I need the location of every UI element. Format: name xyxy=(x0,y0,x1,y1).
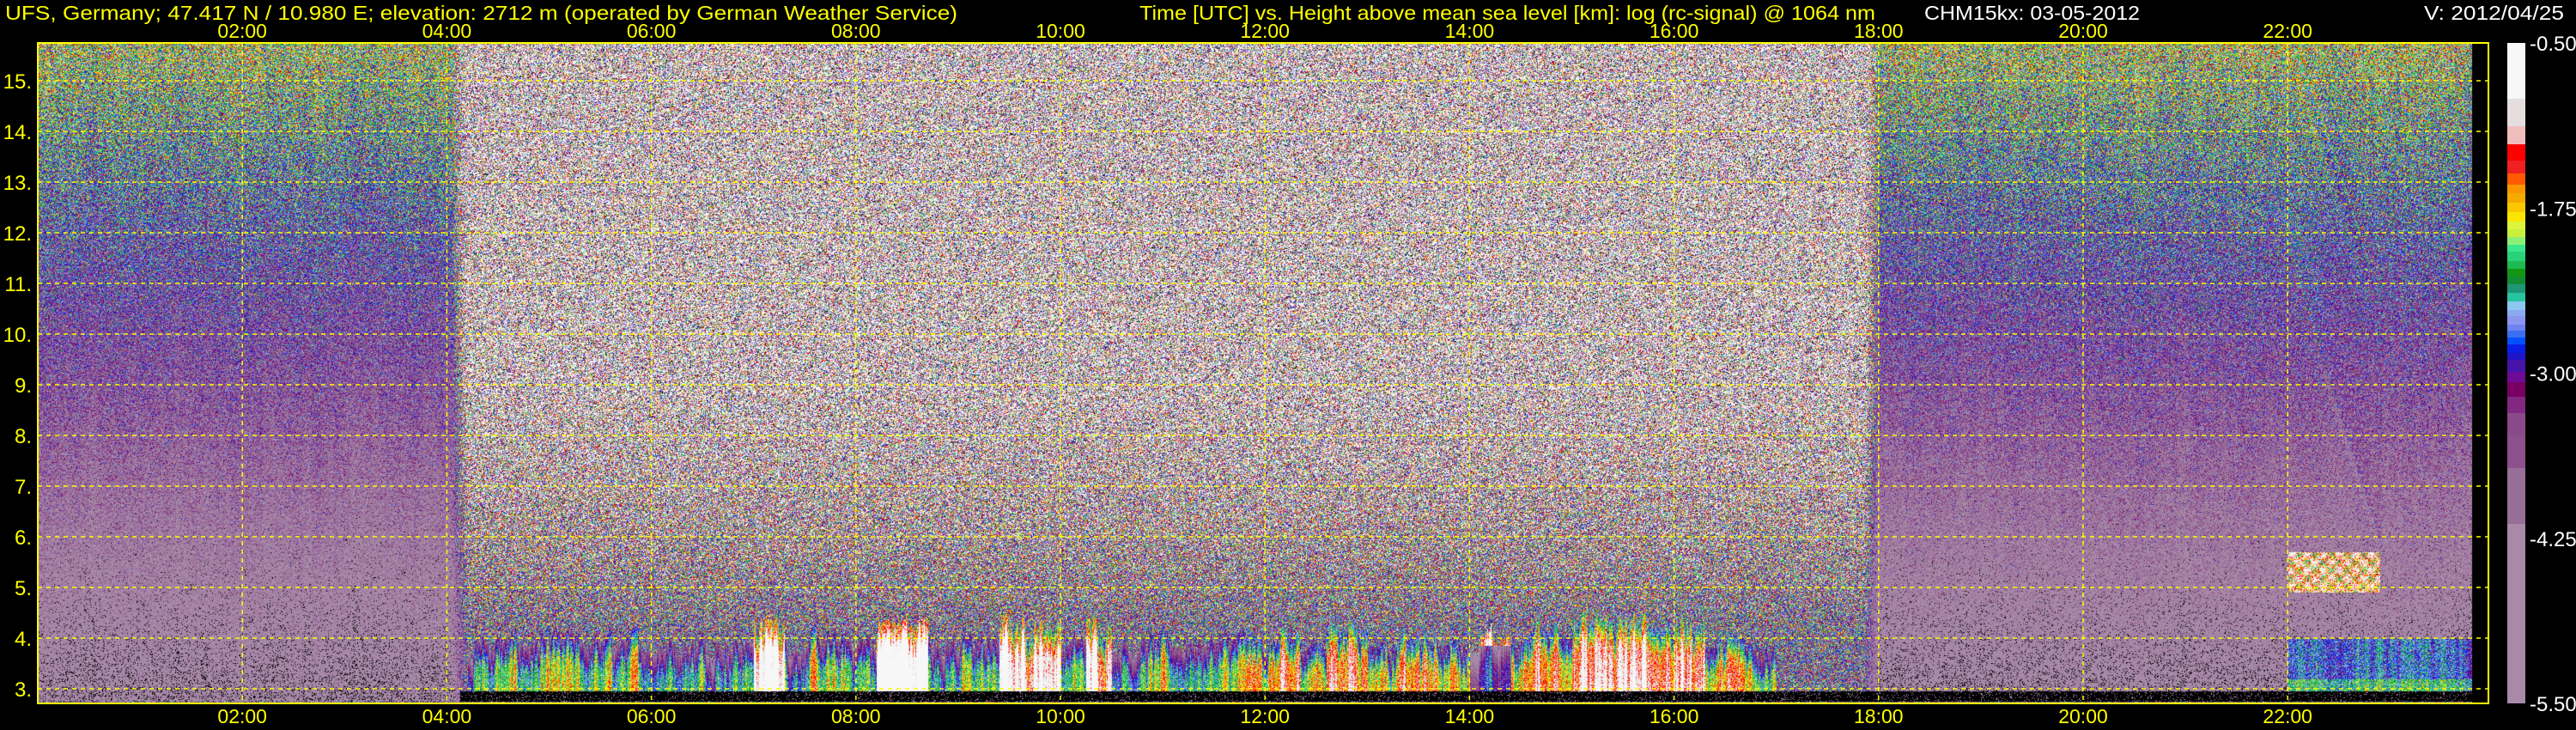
grid-lines xyxy=(38,43,2488,703)
colorbar-tick-label: -4.25 xyxy=(2530,528,2576,551)
x-tick-label: 02:00 xyxy=(217,705,267,727)
colorbar-tick-label: -1.75 xyxy=(2530,198,2576,221)
y-tick-label: 15. xyxy=(3,70,32,94)
y-tick-label: 6. xyxy=(15,526,32,550)
x-tick-label: 04:00 xyxy=(422,20,472,42)
colorbar-tick-label: -0.50 xyxy=(2530,33,2576,56)
ceilometer-plot: UFS, Germany; 47.417 N / 10.980 E; eleva… xyxy=(0,0,2576,730)
y-tick-label: 11. xyxy=(4,273,32,296)
y-tick-label: 14. xyxy=(3,121,32,144)
x-tick-label: 14:00 xyxy=(1445,20,1495,42)
plot-overlay: UFS, Germany; 47.417 N / 10.980 E; eleva… xyxy=(3,2,2576,727)
x-tick-label: 18:00 xyxy=(1854,20,1904,42)
y-tick-label: 9. xyxy=(15,374,32,398)
x-tick-label: 22:00 xyxy=(2263,20,2312,42)
x-tick-label: 12:00 xyxy=(1240,20,1290,42)
x-tick-label: 10:00 xyxy=(1036,20,1085,42)
x-tick-label: 20:00 xyxy=(2058,705,2108,727)
station-title: UFS, Germany; 47.417 N / 10.980 E; eleva… xyxy=(5,2,957,24)
y-axis: 3. 4. 5. 6. 7. 8. 9. 10. 11. 12. 13. 14. 15. xyxy=(3,70,32,702)
x-tick-label: 06:00 xyxy=(627,20,677,42)
colorbar-tick-label: -5.50 xyxy=(2530,693,2576,716)
colorbar-ticks: -0.50 -1.75 -3.00 -4.25 -5.50 xyxy=(2530,33,2576,716)
y-tick-label: 5. xyxy=(15,577,32,600)
y-tick-label: 4. xyxy=(15,628,32,651)
x-tick-label: 06:00 xyxy=(627,705,677,727)
x-tick-label: 20:00 xyxy=(2058,20,2108,42)
x-tick-label: 02:00 xyxy=(217,20,267,42)
x-tick-label: 16:00 xyxy=(1649,705,1699,727)
y-tick-label: 10. xyxy=(3,324,32,347)
y-tick-label: 8. xyxy=(15,425,32,448)
y-tick-label: 13. xyxy=(3,172,32,195)
x-tick-label: 22:00 xyxy=(2263,705,2312,727)
y-tick-label: 3. xyxy=(15,678,32,702)
x-axis-bottom: 02:00 04:00 06:00 08:00 10:00 12:00 14:00 16:00… xyxy=(217,705,2312,727)
colorbar-tick-label: -3.00 xyxy=(2530,363,2576,386)
x-tick-label: 08:00 xyxy=(831,705,881,727)
x-tick-label: 18:00 xyxy=(1854,705,1904,727)
version-label: V: 2012/04/25 xyxy=(2424,2,2564,24)
y-tick-label: 12. xyxy=(3,222,32,246)
x-tick-label: 08:00 xyxy=(831,20,881,42)
x-tick-label: 16:00 xyxy=(1649,20,1699,42)
plot-frame xyxy=(37,42,2489,704)
x-tick-label: 14:00 xyxy=(1445,705,1495,727)
y-tick-label: 7. xyxy=(15,476,32,499)
x-tick-label: 12:00 xyxy=(1240,705,1290,727)
x-tick-label: 10:00 xyxy=(1036,705,1085,727)
x-tick-label: 04:00 xyxy=(422,705,472,727)
